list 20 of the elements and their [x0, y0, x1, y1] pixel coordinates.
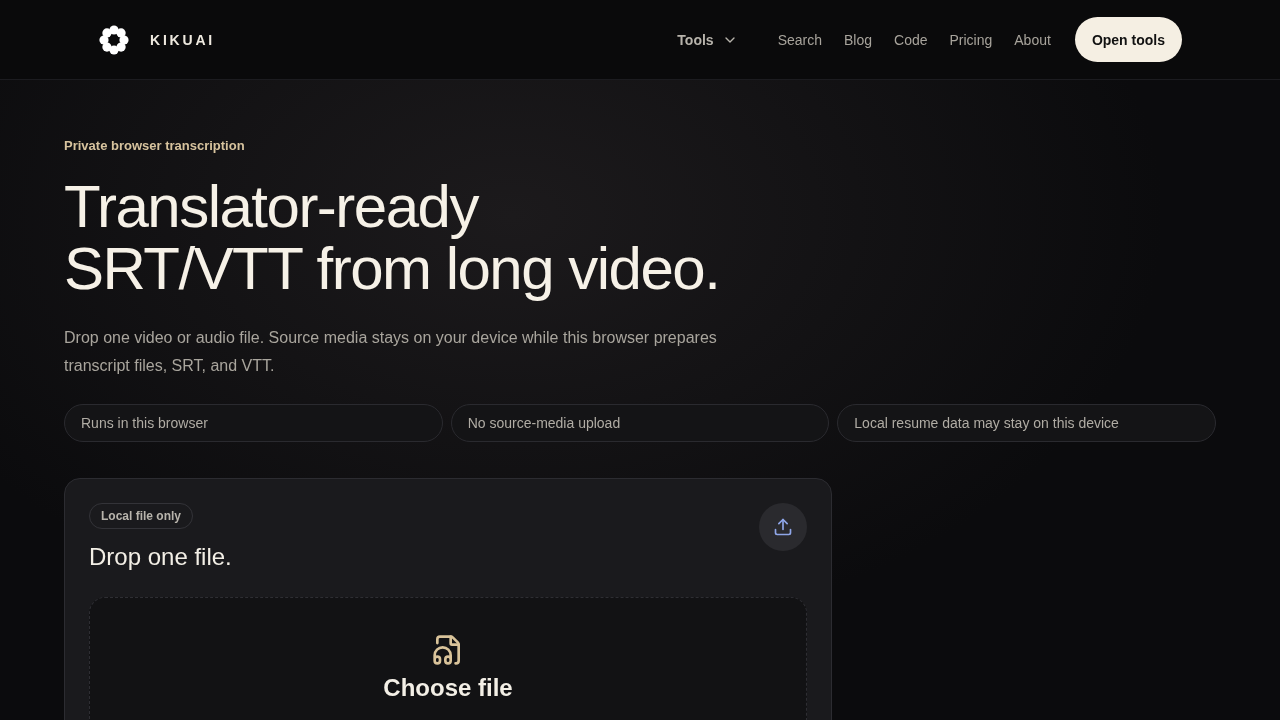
eyebrow-text: Private browser transcription	[64, 137, 246, 155]
open-tools-button[interactable]: Open tools	[1074, 17, 1182, 62]
drop-zone[interactable]: Choose file	[89, 596, 807, 720]
tools-dropdown[interactable]: Tools	[677, 29, 738, 50]
nav-link[interactable]: Pricing	[949, 29, 993, 50]
card-title: Drop one file.	[89, 541, 232, 572]
hero-description: Drop one video or audio file. Source media stays on your device while this browser prepares transcript files, SRT, and VTT.	[64, 327, 718, 376]
brand-name: KIKUAI	[150, 30, 216, 50]
feature-pill: No source-media upload	[450, 403, 830, 442]
feature-pill: Runs in this browser	[64, 403, 443, 442]
nav-link[interactable]: Code	[894, 29, 928, 50]
feature-pill: Local resume data may stay on this device	[837, 403, 1216, 442]
hero-heading: Translator-ready SRT/VTT from long video.	[64, 175, 721, 300]
nav-link[interactable]: About	[1014, 29, 1051, 50]
choose-file-label: Choose file	[383, 673, 513, 702]
upload-icon	[773, 516, 793, 537]
nav-link[interactable]: Blog	[844, 29, 872, 50]
upload-button[interactable]	[759, 502, 807, 551]
flower-logo-icon	[98, 23, 130, 56]
nav-link[interactable]: Search	[777, 29, 822, 50]
